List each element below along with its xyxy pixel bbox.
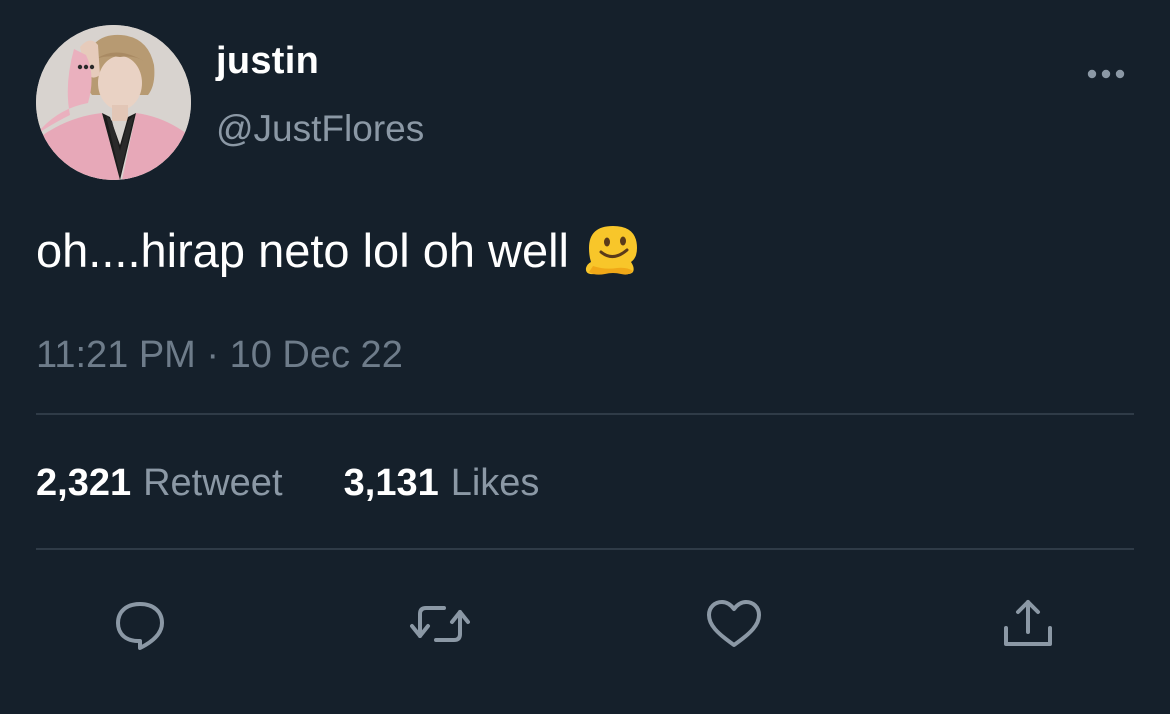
retweet-icon (410, 606, 470, 642)
avatar-image (36, 25, 191, 180)
tweet-stats: 2,321 Retweet 3,131 Likes (36, 462, 539, 505)
likes-label: Likes (450, 462, 540, 504)
tweet-timestamp[interactable]: 11:21 PM · 10 Dec 22 (36, 334, 403, 377)
tweet-detail: justin @JustFlores oh....hirap neto lol … (0, 0, 1170, 714)
more-options-button[interactable] (1084, 62, 1128, 86)
avatar[interactable] (36, 25, 191, 180)
likes-stat[interactable]: 3,131 Likes (344, 462, 540, 504)
share-icon (1004, 600, 1052, 646)
likes-count: 3,131 (343, 462, 439, 504)
retweet-button[interactable] (410, 594, 470, 654)
retweet-stat[interactable]: 2,321 Retweet (36, 462, 293, 504)
like-icon (707, 600, 761, 647)
tweet-text: oh....hirap neto lol oh well (36, 222, 641, 278)
more-icon (1087, 69, 1125, 79)
tweet-text-content: oh....hirap neto lol oh well (36, 223, 569, 277)
retweet-count: 2,321 (36, 462, 132, 504)
divider (36, 548, 1134, 550)
divider (36, 413, 1134, 415)
reply-button[interactable] (110, 594, 170, 654)
share-button[interactable] (998, 594, 1058, 654)
like-button[interactable] (704, 594, 764, 654)
display-name[interactable]: justin (216, 40, 319, 83)
retweet-label: Retweet (143, 462, 283, 504)
reply-icon (116, 602, 164, 650)
melting-face-emoji-icon (583, 222, 641, 278)
user-handle[interactable]: @JustFlores (216, 108, 424, 150)
